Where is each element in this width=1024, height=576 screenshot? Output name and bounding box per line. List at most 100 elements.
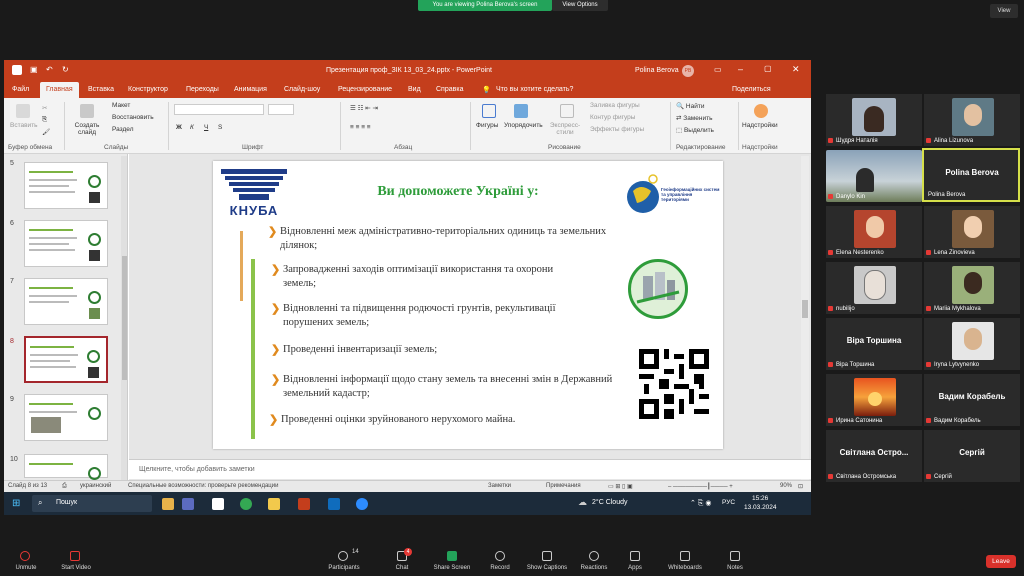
participants-button[interactable]: 14 Participants — [322, 545, 366, 576]
outlook-icon[interactable] — [328, 498, 340, 510]
find-button[interactable]: 🔍 Найти — [676, 102, 704, 110]
tab-help[interactable]: Справка — [436, 86, 463, 93]
tab-slideshow[interactable]: Слайд-шоу — [284, 86, 320, 93]
tell-me-input[interactable]: Что вы хотите сделать? — [496, 86, 573, 93]
powerpoint-taskbar-icon[interactable] — [298, 498, 310, 510]
section-button[interactable]: Раздел — [112, 126, 133, 133]
paste-button[interactable]: Вставить — [10, 122, 38, 129]
bold-icon[interactable]: Ж — [176, 124, 182, 131]
redo-icon[interactable]: ↻ — [62, 65, 69, 74]
tab-view[interactable]: Вид — [408, 86, 421, 93]
tab-file[interactable]: Файл — [12, 86, 29, 93]
format-painter-icon[interactable]: 🖌 — [42, 128, 50, 136]
editor-scroll-thumb[interactable] — [802, 300, 808, 318]
strikethrough-icon[interactable]: S — [218, 124, 222, 131]
participant-tile[interactable]: nubilijo — [826, 262, 922, 314]
reset-button[interactable]: Восстановить — [112, 114, 154, 121]
save-icon[interactable]: ▣ — [30, 65, 38, 74]
language-status[interactable]: украинский — [80, 483, 111, 489]
align-icon[interactable]: ≡ ≡ ≡ ≡ — [350, 124, 371, 131]
participant-tile-active-speaker[interactable]: Polina Berova Polina Berova — [922, 148, 1020, 202]
tab-transitions[interactable]: Переходы — [186, 86, 219, 93]
participant-tile[interactable]: Вадим Корабель Вадим Корабель — [924, 374, 1020, 426]
participant-tile[interactable]: Віра Торшина Віра Торшина — [826, 318, 922, 370]
slide-thumbnail[interactable] — [24, 278, 108, 325]
participant-tile[interactable]: Alina Lizunova — [924, 94, 1020, 146]
close-icon[interactable]: ✕ — [792, 64, 800, 75]
font-size-dropdown[interactable] — [268, 104, 294, 115]
normal-view-icon[interactable]: ▭ ⊞ ▯ ▣ — [608, 483, 633, 490]
slide-thumbnail-selected[interactable] — [24, 336, 108, 383]
shape-fill-button[interactable]: Заливка фигуры — [590, 102, 640, 109]
undo-icon[interactable]: ↶ — [46, 65, 53, 74]
shape-effects-button[interactable]: Эффекты фигуры — [590, 126, 644, 133]
spellcheck-icon[interactable]: ⎙ — [62, 483, 67, 490]
apps-button[interactable]: Apps — [620, 545, 650, 576]
zoom-level[interactable]: 90% — [780, 483, 792, 489]
cut-icon[interactable]: ✂ — [42, 104, 47, 112]
file-explorer-icon[interactable] — [212, 498, 224, 510]
slide-thumbnail[interactable] — [24, 220, 108, 267]
select-button[interactable]: ⬚ Выделить — [676, 126, 714, 134]
slide-thumbnail[interactable] — [24, 162, 108, 209]
comments-button[interactable]: Примечания — [546, 483, 581, 489]
notes-button[interactable]: Заметки — [488, 483, 511, 489]
editor-scrollbar[interactable] — [801, 156, 809, 480]
minimize-icon[interactable]: – — [738, 64, 743, 74]
folder-icon[interactable] — [268, 498, 280, 510]
participant-tile[interactable]: Iryna Lytvynenko — [924, 318, 1020, 370]
zoom-slider[interactable]: – ────────┃──── + — [668, 483, 733, 490]
tab-home[interactable]: Главная — [40, 82, 79, 98]
unmute-button[interactable]: Unmute — [8, 545, 44, 576]
share-screen-button[interactable]: Share Screen — [430, 545, 474, 576]
weather-text[interactable]: 2°C Cloudy — [592, 499, 627, 506]
maximize-icon[interactable]: ▢ — [764, 64, 772, 73]
italic-icon[interactable]: К — [190, 124, 194, 131]
new-slide-button[interactable]: Создать слайд — [72, 122, 102, 136]
font-name-dropdown[interactable] — [174, 104, 264, 115]
shapes-button[interactable]: Фигуры — [476, 122, 498, 129]
record-button[interactable]: Record — [484, 545, 516, 576]
teams-icon[interactable] — [182, 498, 194, 510]
slide-canvas[interactable]: КНУБА Ви допоможете Україні у: Геоінформ… — [213, 161, 723, 449]
zoom-taskbar-icon[interactable] — [356, 498, 368, 510]
fit-slide-icon[interactable]: ⊡ — [798, 483, 803, 490]
view-button[interactable]: View — [990, 4, 1018, 18]
addins-button[interactable]: Надстройки — [742, 122, 778, 129]
show-captions-button[interactable]: Show Captions — [522, 545, 572, 576]
arrange-button[interactable]: Упорядочить — [504, 122, 543, 129]
shape-outline-button[interactable]: Контур фигуры — [590, 114, 635, 121]
notes-pane[interactable]: Щелкните, чтобы добавить заметки — [129, 459, 811, 479]
tab-design[interactable]: Конструктор — [128, 86, 168, 93]
avatar[interactable]: PB — [682, 65, 694, 77]
notes-button[interactable]: Notes — [720, 545, 750, 576]
quick-styles-button[interactable]: Экспресс-стили — [548, 122, 582, 136]
input-language[interactable]: РУС — [722, 499, 735, 506]
participant-tile[interactable]: Світлана Остро... Світлана Остромська — [826, 430, 922, 482]
tray-icons[interactable]: ⌃ ⎘ ◉ — [690, 499, 711, 508]
reactions-button[interactable]: Reactions — [576, 545, 612, 576]
tab-insert[interactable]: Вставка — [88, 86, 114, 93]
layout-button[interactable]: Макет — [112, 102, 130, 109]
slide-thumbnail[interactable] — [24, 454, 108, 480]
copy-icon[interactable]: ⎘ — [42, 116, 47, 124]
participant-tile[interactable]: Шудря Наталія — [826, 94, 922, 146]
thumbnails-scroll-thumb[interactable] — [122, 256, 127, 380]
replace-button[interactable]: ⇄ Заменить — [676, 114, 712, 122]
participant-tile[interactable]: Mariia Mykhalova — [924, 262, 1020, 314]
share-button[interactable]: Поделиться — [732, 86, 771, 93]
participant-tile[interactable]: Сергій Сергій — [924, 430, 1020, 482]
slide-thumbnail[interactable] — [24, 394, 108, 441]
widgets-icon[interactable] — [162, 498, 174, 510]
tab-review[interactable]: Рецензирование — [338, 86, 392, 93]
participant-tile[interactable]: Danylo Kin — [826, 150, 922, 202]
bullets-icon[interactable]: ☰ ☷ ⇤ ⇥ — [350, 104, 378, 112]
leave-button[interactable]: Leave — [986, 555, 1016, 568]
underline-icon[interactable]: Ч — [204, 124, 208, 131]
chrome-icon[interactable] — [240, 498, 252, 510]
taskbar-search[interactable] — [32, 495, 152, 512]
tab-animations[interactable]: Анимация — [234, 86, 267, 93]
windows-start-icon[interactable]: ⊞ — [12, 498, 20, 509]
participant-tile[interactable]: Ирина Сатонина — [826, 374, 922, 426]
ribbon-display-icon[interactable]: ▭ — [714, 65, 722, 74]
